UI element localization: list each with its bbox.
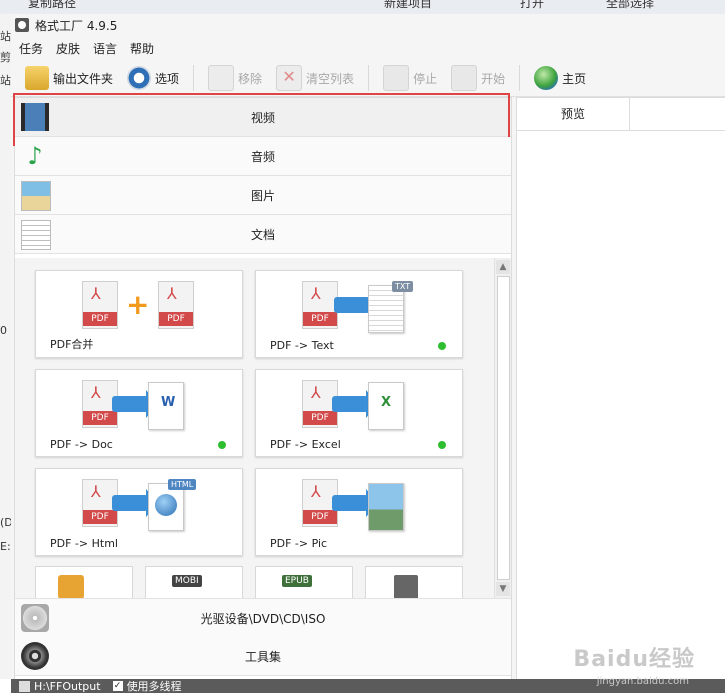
preview-column-header[interactable]: 预览 [517,98,630,130]
document-edit-icon [21,220,51,250]
folder-icon [25,66,49,90]
category-tools-label: 工具集 [244,649,281,664]
scroll-down-icon[interactable]: ▼ [496,582,510,596]
bg-char: E: [0,540,11,553]
options-button[interactable]: 选项 [127,66,179,90]
remove-button[interactable]: 移除 [208,65,262,91]
tool-pdf-to-excel[interactable]: ⅄ PDF X PDF -> Excel [255,369,463,457]
globe-icon [534,66,559,90]
pdf-to-doc-icon: ⅄ PDF W [82,380,202,430]
disc-icon [21,604,49,632]
tool-label: PDF -> Text [270,339,334,352]
pdf-to-pic-icon: ⅄ PDF [302,479,422,531]
app-icon [15,18,29,32]
stop-icon [383,65,410,91]
menu-bar: 任务 皮肤 语言 帮助 [11,36,725,60]
status-dot [438,342,446,350]
start-label: 开始 [481,71,506,86]
clear-list-button[interactable]: ✕ 清空列表 [276,65,354,91]
category-document[interactable]: 文档 [15,215,511,254]
menu-language[interactable]: 语言 [93,40,117,57]
clear-icon: ✕ [276,65,303,91]
category-audio-label: 音频 [250,149,275,164]
remove-label: 移除 [238,71,263,86]
title-bar: 格式工厂 4.9.5 [11,14,725,36]
tool-pdf-to-text[interactable]: ⅄ PDF TXT PDF -> Text [255,270,463,358]
toolbar-separator [368,65,370,91]
background-window-left: 站 剪 站 0 (D E: [0,14,13,679]
tool-label: PDF -> Html [50,537,118,550]
category-optical-label: 光驱设备\DVD\CD\ISO [200,611,326,626]
home-label: 主页 [562,71,587,86]
start-icon [451,65,478,91]
tool-label: PDF -> Pic [270,537,328,550]
clear-list-label: 清空列表 [306,71,355,86]
output-folder-label: 输出文件夹 [53,71,114,86]
status-dot [438,441,446,449]
picture-icon [21,181,51,211]
task-list-header: 预览 [517,98,725,131]
pdf-to-html-icon: ⅄ PDF HTML [82,479,202,531]
film-reel-icon [21,642,49,670]
category-video[interactable]: 视频 [13,93,511,146]
pdf-to-text-icon: ⅄ PDF TXT [302,281,422,333]
tool-pdf-to-html[interactable]: ⅄ PDF HTML PDF -> Html [35,468,243,556]
bg-open: 打开 [520,0,545,10]
bg-new-project: 新建项目 [384,0,433,10]
baidu-watermark-url: jingyan.baidu.com [596,676,689,687]
scroll-thumb[interactable] [497,276,510,580]
window-title: 格式工厂 4.9.5 [35,18,118,33]
category-tools[interactable]: 工具集 [15,637,511,676]
category-image[interactable]: 图片 [15,176,511,215]
pdf-merge-icon: ⅄ PDF + ⅄ PDF [82,281,202,331]
bg-char: 0 [0,324,7,337]
home-button[interactable]: 主页 [534,66,586,90]
tool-pdf-merge[interactable]: ⅄ PDF + ⅄ PDF PDF合并 [35,270,243,358]
toolbar-separator [519,65,521,91]
tools-scrollbar[interactable]: ▲ ▼ [494,258,511,598]
category-panel: 视频 ♪ 音频 图片 文档 ⅄ PDF + ⅄ PDF PDF合并 ⅄ PDF … [13,93,512,681]
tool-partial-icon [58,575,84,599]
toolbar: 输出文件夹 选项 移除 ✕ 清空列表 停止 开始 主页 [11,60,725,97]
category-audio[interactable]: ♪ 音频 [15,137,511,176]
start-button[interactable]: 开始 [451,65,505,91]
menu-help[interactable]: 帮助 [130,40,154,57]
multithread-checkbox[interactable]: ✓ [112,681,123,691]
menu-skin[interactable]: 皮肤 [56,40,80,57]
format-factory-window: 格式工厂 4.9.5 任务 皮肤 语言 帮助 输出文件夹 选项 移除 ✕ 清空列… [11,14,725,681]
bg-copy-path: 复制路径 [28,0,77,10]
document-tools-area: ⅄ PDF + ⅄ PDF PDF合并 ⅄ PDF TXT PDF -> Text [15,258,511,606]
preview-panel: 预览 [516,97,725,681]
menu-task[interactable]: 任务 [19,40,43,57]
category-document-label: 文档 [250,227,275,242]
status-dot [218,441,226,449]
output-path[interactable]: H:\FFOutput [34,680,101,693]
bg-char: 剪 [0,51,11,64]
multithread-label: 使用多线程 [126,680,182,693]
options-label: 选项 [155,71,180,86]
category-optical[interactable]: 光驱设备\DVD\CD\ISO [15,598,511,638]
baidu-watermark: Baidu经验 [573,647,695,672]
music-note-icon: ♪ [27,142,43,170]
stop-button[interactable]: 停止 [383,65,437,91]
tool-label: PDF -> Excel [270,438,341,451]
tool-label: PDF合并 [50,338,94,351]
scroll-up-icon[interactable]: ▲ [496,260,510,274]
tool-pdf-to-pic[interactable]: ⅄ PDF PDF -> Pic [255,468,463,556]
bg-select-all: 全部选择 [606,0,655,10]
gear-icon [127,66,152,90]
bg-char: 站 [0,74,11,87]
stop-label: 停止 [413,71,438,86]
tool-label: PDF -> Doc [50,438,113,451]
output-folder-button[interactable]: 输出文件夹 [25,66,113,90]
tool-pdf-to-doc[interactable]: ⅄ PDF W PDF -> Doc [35,369,243,457]
remove-icon [208,65,235,91]
pdf-to-excel-icon: ⅄ PDF X [302,380,422,430]
category-image-label: 图片 [250,188,275,203]
bg-char: 站 [0,30,11,43]
folder-icon [19,680,30,692]
toolbar-separator [193,65,195,91]
background-window-toolbar: 复制路径 新建项目 打开 全部选择 [0,0,725,14]
